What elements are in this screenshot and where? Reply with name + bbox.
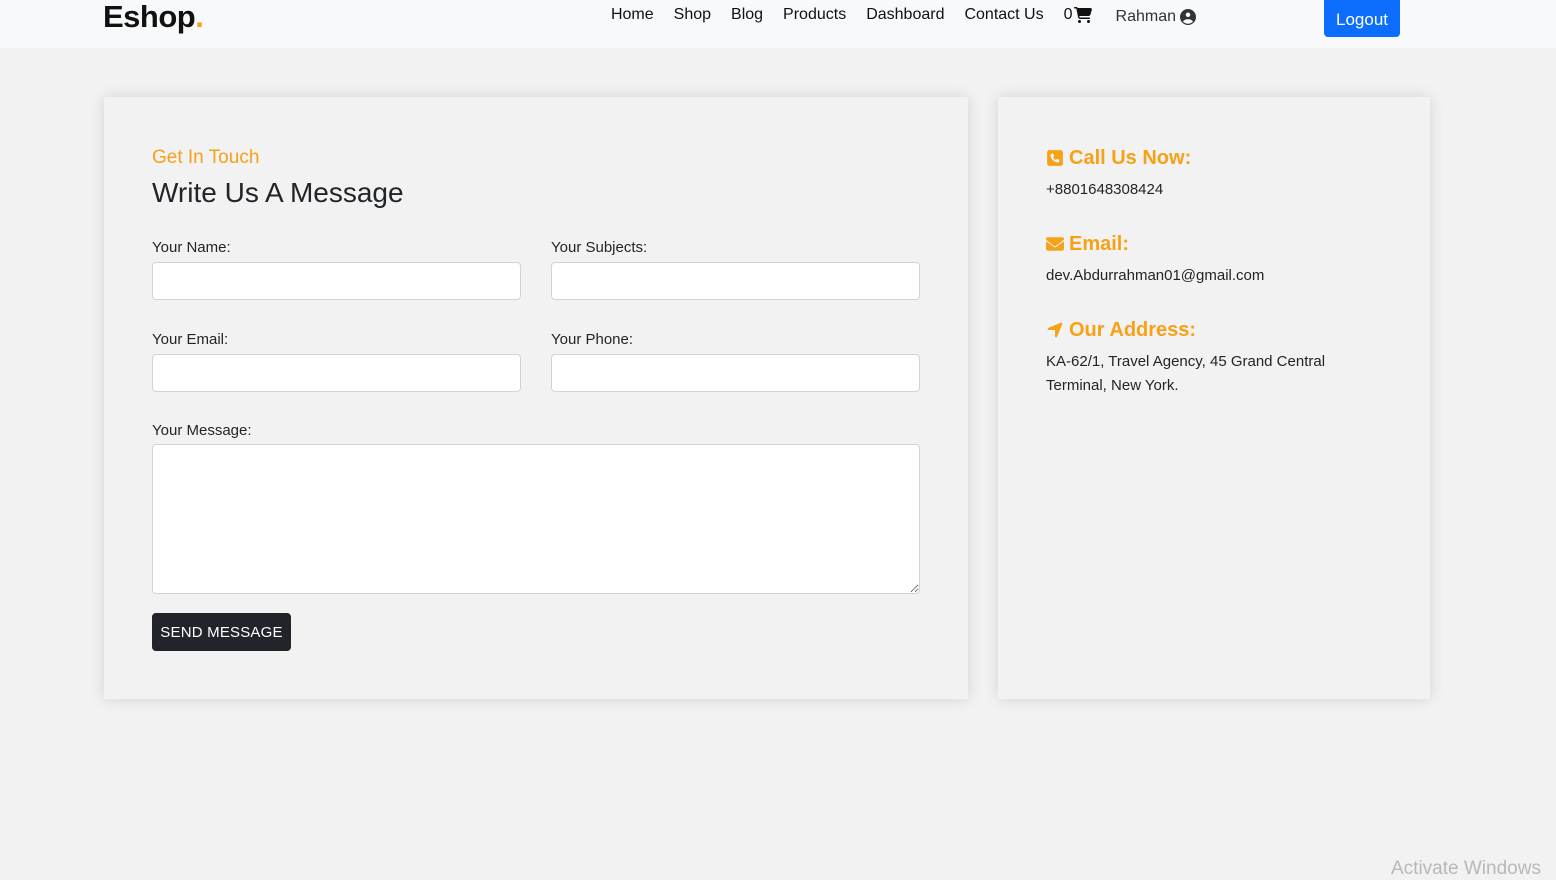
phone-square-icon bbox=[1047, 150, 1063, 166]
subjects-label: Your Subjects: bbox=[551, 239, 648, 256]
form-heading: Write Us A Message bbox=[152, 177, 404, 208]
call-value: +8801648308424 bbox=[1046, 181, 1164, 198]
email-label: Your Email: bbox=[152, 331, 229, 348]
cart-count: 0 bbox=[1063, 6, 1073, 23]
email-field-group: Your Email: bbox=[152, 331, 521, 392]
user-name: Rahman bbox=[1115, 8, 1176, 25]
top-navbar: Eshop. Home Shop Blog Products Dashboard… bbox=[0, 0, 1556, 48]
nav-shop[interactable]: Shop bbox=[664, 0, 721, 30]
envelope-icon bbox=[1046, 237, 1064, 251]
nav-home[interactable]: Home bbox=[601, 0, 664, 30]
email-input[interactable] bbox=[152, 354, 521, 392]
nav-dashboard[interactable]: Dashboard bbox=[856, 0, 954, 30]
name-input[interactable] bbox=[152, 262, 521, 300]
phone-input[interactable] bbox=[551, 354, 920, 392]
address-title: Our Address: bbox=[1069, 319, 1197, 341]
email-title: Email: bbox=[1069, 233, 1130, 255]
address-info: Our Address: KA-62/1, Travel Agency, 45 … bbox=[1046, 318, 1356, 398]
user-menu[interactable]: Rahman bbox=[1098, 0, 1200, 34]
message-textarea[interactable] bbox=[152, 444, 920, 594]
user-circle-icon bbox=[1180, 9, 1196, 25]
subjects-field-group: Your Subjects: bbox=[551, 239, 920, 300]
message-label: Your Message: bbox=[152, 422, 252, 439]
address-value: KA-62/1, Travel Agency, 45 Grand Central… bbox=[1046, 353, 1326, 394]
brand-name: Eshop bbox=[103, 0, 196, 34]
nav-products[interactable]: Products bbox=[773, 0, 856, 30]
subjects-input[interactable] bbox=[551, 262, 920, 300]
nav-links: Home Shop Blog Products Dashboard Contac… bbox=[601, 0, 1200, 30]
location-arrow-icon bbox=[1047, 322, 1063, 338]
contact-info-card: Call Us Now: +8801648308424 Email: dev.A… bbox=[998, 97, 1430, 699]
name-label: Your Name: bbox=[152, 239, 231, 256]
cart-link[interactable]: 0 bbox=[1054, 0, 1098, 30]
message-field-group: Your Message: bbox=[152, 422, 920, 599]
phone-field-group: Your Phone: bbox=[551, 331, 920, 392]
email-title-row: Email: bbox=[1046, 232, 1406, 256]
brand-dot: . bbox=[195, 0, 204, 34]
call-title-row: Call Us Now: bbox=[1046, 146, 1406, 170]
message-form-card: Get In Touch Write Us A Message Your Nam… bbox=[104, 97, 968, 699]
eyebrow-text: Get In Touch bbox=[152, 147, 260, 168]
phone-label: Your Phone: bbox=[551, 331, 634, 348]
email-value: dev.Abdurrahman01@gmail.com bbox=[1046, 267, 1265, 284]
email-info: Email: dev.Abdurrahman01@gmail.com bbox=[1046, 232, 1406, 288]
cart-icon bbox=[1073, 7, 1092, 23]
logout-button[interactable]: Logout bbox=[1324, 0, 1400, 37]
nav-contact-us[interactable]: Contact Us bbox=[954, 0, 1053, 30]
address-title-row: Our Address: bbox=[1046, 318, 1356, 342]
nav-blog[interactable]: Blog bbox=[721, 0, 773, 30]
send-message-button[interactable]: SEND MESSAGE bbox=[152, 613, 291, 651]
brand-logo[interactable]: Eshop. bbox=[103, 0, 204, 35]
call-title: Call Us Now: bbox=[1069, 147, 1192, 169]
name-field-group: Your Name: bbox=[152, 239, 521, 300]
call-info: Call Us Now: +8801648308424 bbox=[1046, 146, 1406, 202]
